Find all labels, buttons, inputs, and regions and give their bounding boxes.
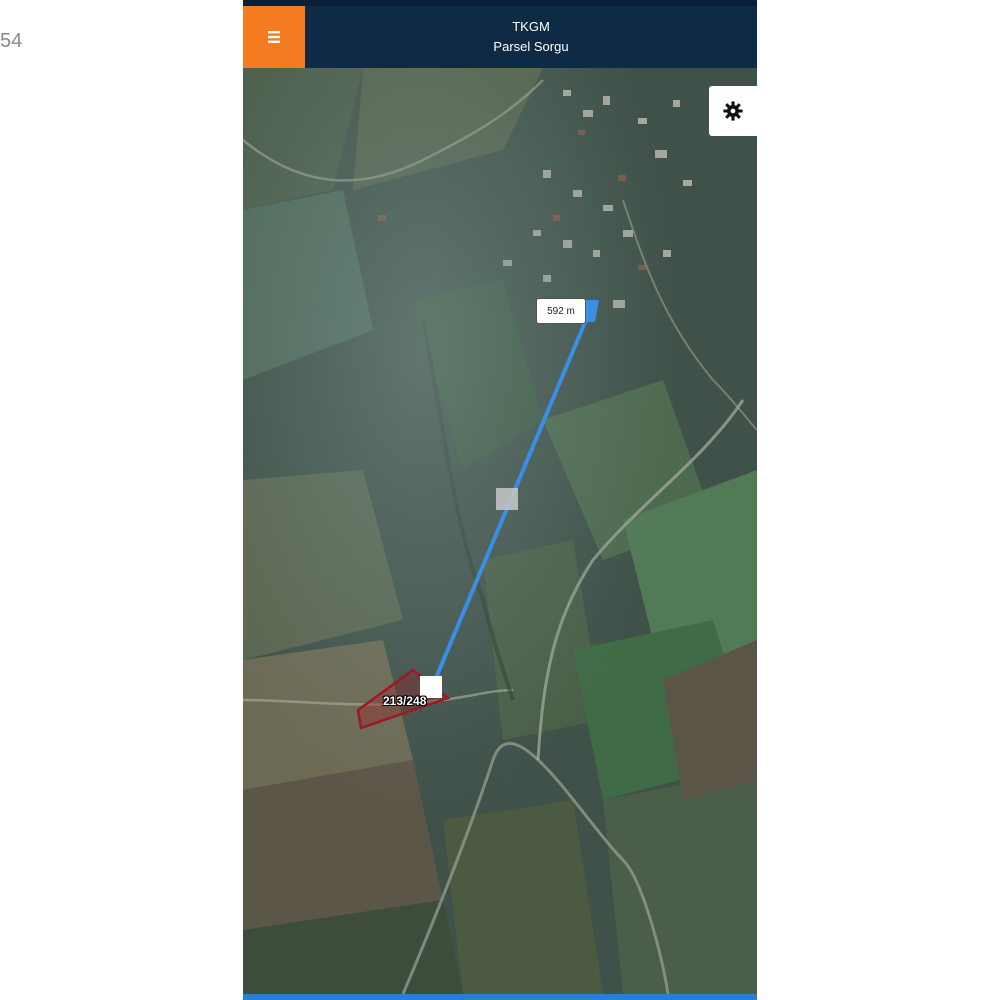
app-header: TKGM Parsel Sorgu	[243, 0, 757, 68]
menu-button[interactable]	[243, 6, 305, 68]
bottom-bar	[243, 994, 757, 1000]
hamburger-menu-icon	[268, 31, 280, 43]
phone-screen: TKGM Parsel Sorgu 592 m 213/248	[243, 0, 757, 1000]
map-canvas	[243, 68, 757, 994]
satellite-map[interactable]	[243, 68, 757, 994]
gear-icon	[723, 101, 743, 121]
settings-button[interactable]	[709, 86, 757, 136]
edge-text-fragment: 54	[0, 30, 23, 52]
app-subtitle: Parsel Sorgu	[493, 39, 569, 54]
app-title: TKGM	[512, 19, 550, 34]
header-titles: TKGM Parsel Sorgu	[305, 6, 757, 68]
parcel-number-label[interactable]: 213/248	[383, 694, 426, 708]
distance-label: 592 m	[536, 298, 586, 324]
measure-midpoint-handle	[496, 488, 518, 510]
